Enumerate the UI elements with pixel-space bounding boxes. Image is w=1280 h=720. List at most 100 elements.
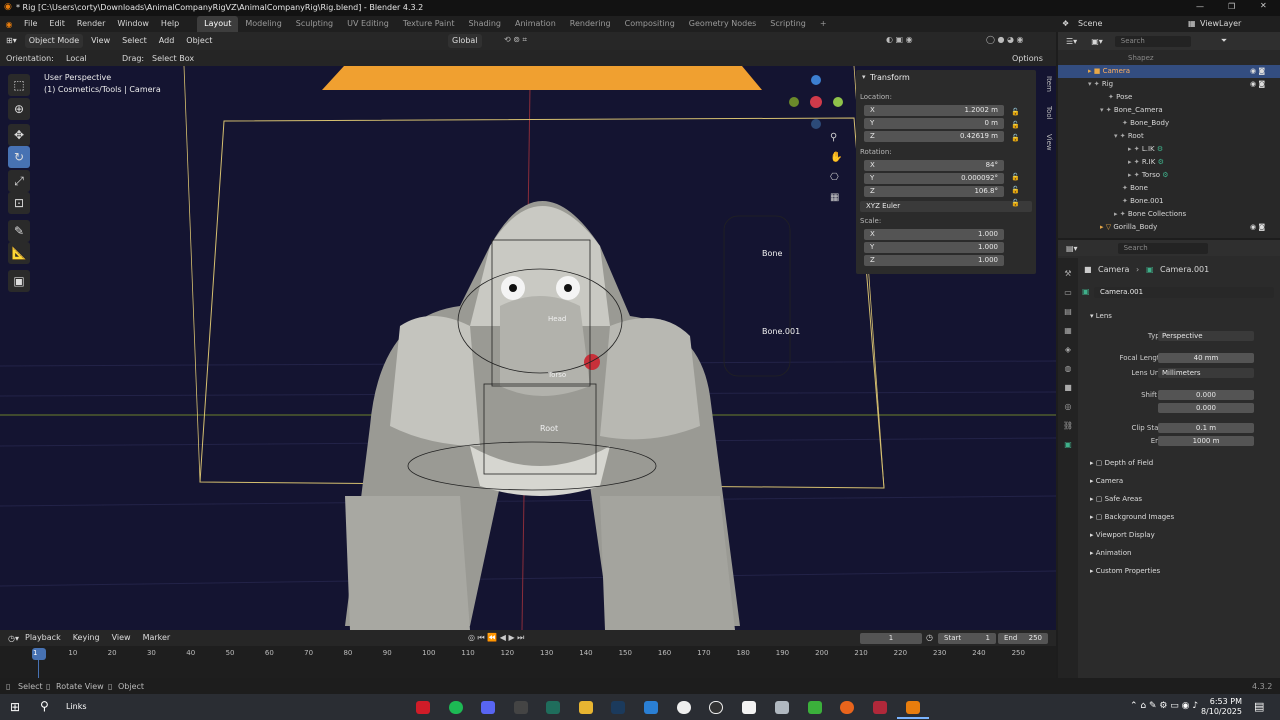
app-icon-1[interactable] [514, 701, 528, 714]
rotation-z-field[interactable]: Z 106.8° [864, 186, 1004, 197]
location-x-field[interactable]: X 1.2002 m [864, 105, 1004, 116]
discord-icon[interactable] [481, 701, 495, 714]
shift-y-field[interactable]: 0.000 [1158, 403, 1254, 413]
menu-help[interactable]: Help [155, 16, 185, 32]
view-menu[interactable]: View [87, 34, 114, 48]
zoom-icon[interactable]: ⚲ [830, 132, 837, 143]
tab-texture-paint[interactable]: Texture Paint [396, 16, 462, 32]
viewport-display-section[interactable]: ▸ Viewport Display [1090, 531, 1155, 539]
options-dropdown[interactable]: Options [1012, 54, 1043, 63]
outliner-item-bone[interactable]: ✦ Bone [1058, 182, 1280, 195]
lens-unit-dropdown[interactable]: Millimeters [1158, 368, 1254, 378]
safe-areas-section[interactable]: ▸ ▢ Safe Areas [1090, 495, 1142, 503]
view-menu-timeline[interactable]: View [108, 631, 135, 645]
pan-hand-icon[interactable]: ✋ [830, 152, 842, 163]
world-tab-icon[interactable]: ◍ [1058, 359, 1078, 378]
custom-properties-section[interactable]: ▸ Custom Properties [1090, 567, 1160, 575]
outliner-item-camera[interactable]: ▸ ■ Camera ◉ ◙ [1058, 65, 1280, 78]
object-tab-icon[interactable]: ■ [1058, 378, 1078, 397]
display-mode-icon[interactable]: ▣▾ [1091, 37, 1103, 46]
transform-header[interactable]: Transform [870, 73, 910, 82]
view-layer-tab-icon[interactable]: ▦ [1058, 321, 1078, 340]
visibility-eye-icon[interactable]: ◉ ◙ [1250, 221, 1265, 234]
mode-dropdown[interactable]: Object Mode [24, 34, 84, 48]
tab-sculpting[interactable]: Sculpting [289, 16, 340, 32]
animation-section[interactable]: ▸ Animation [1090, 549, 1131, 557]
outliner-item-root[interactable]: ▾ ✦ Root [1058, 130, 1280, 143]
annotate-tool-icon[interactable]: ✎ [8, 220, 30, 242]
keying-menu[interactable]: Keying [69, 631, 104, 645]
render-tab-icon[interactable]: ▭ [1058, 283, 1078, 302]
notification-icon[interactable]: ▤ [1254, 700, 1264, 713]
timeline-editor-icon[interactable]: ◷▾ [8, 634, 19, 643]
lens-section-header[interactable]: ▾ Lens [1090, 312, 1112, 320]
output-tab-icon[interactable]: ▤ [1058, 302, 1078, 321]
move-tool-icon[interactable]: ✥ [8, 124, 30, 146]
end-frame-field[interactable]: End 250 [998, 633, 1048, 644]
github-icon[interactable] [677, 701, 691, 714]
tab-animation[interactable]: Animation [508, 16, 563, 32]
outliner-item-bone-collections[interactable]: ▸ ✦ Bone Collections [1058, 208, 1280, 221]
outliner-editor-icon[interactable]: ☰▾ [1066, 37, 1077, 46]
outliner-item-pose[interactable]: ✦ Pose [1058, 91, 1280, 104]
menu-render[interactable]: Render [71, 16, 111, 32]
grid-view-icon[interactable]: ▦ [830, 192, 839, 203]
clip-start-field[interactable]: 0.1 m [1158, 423, 1254, 433]
scale-z-field[interactable]: Z 1.000 [864, 255, 1004, 266]
rotation-x-field[interactable]: X 84° [864, 160, 1004, 171]
measure-tool-icon[interactable]: 📐 [8, 242, 30, 264]
maximize-button[interactable]: ❐ [1228, 2, 1235, 11]
minimize-button[interactable]: — [1196, 2, 1204, 11]
filter-icon[interactable]: ⏷ [1221, 36, 1227, 46]
tab-geometry-nodes[interactable]: Geometry Nodes [682, 16, 763, 32]
notepad-icon[interactable] [742, 701, 756, 714]
transform-orientation-dropdown[interactable]: Global [448, 34, 482, 48]
tab-compositing[interactable]: Compositing [618, 16, 682, 32]
minecraft-icon[interactable] [808, 701, 822, 714]
scene-selector[interactable]: Scene [1078, 16, 1102, 32]
shading-mode-icon[interactable]: ◯ ● ◕ ◉ [986, 35, 1024, 44]
outliner-search-input[interactable]: Search [1114, 35, 1191, 47]
outliner-item-l-ik[interactable]: ▸ ✦ L.IK ⚙ [1058, 143, 1280, 156]
windows-start-icon[interactable]: ⊞ [10, 700, 20, 714]
tab-rendering[interactable]: Rendering [563, 16, 618, 32]
outliner-item-torso[interactable]: ▸ ✦ Torso ⚙ [1058, 169, 1280, 182]
editor-type-icon[interactable]: ⊞▾ [2, 34, 21, 48]
blender-taskbar-icon[interactable] [906, 701, 920, 714]
app-icon-4[interactable] [709, 701, 723, 714]
app-icon-6[interactable] [840, 701, 854, 714]
camera-section[interactable]: ▸ Camera [1090, 477, 1123, 485]
background-images-section[interactable]: ▸ ▢ Background Images [1090, 513, 1174, 521]
shift-x-field[interactable]: 0.000 [1158, 390, 1254, 400]
marker-menu[interactable]: Marker [139, 631, 175, 645]
tab-scripting[interactable]: Scripting [763, 16, 813, 32]
rotate-tool-icon[interactable]: ↻ [8, 146, 30, 168]
clip-end-field[interactable]: 1000 m [1158, 436, 1254, 446]
search-icon[interactable]: ⚲ [40, 699, 49, 713]
app-icon-2[interactable] [546, 701, 560, 714]
visibility-eye-icon[interactable]: ◉ ◙ [1250, 78, 1265, 91]
outliner-item-shapez[interactable]: Shapez [1058, 52, 1280, 65]
opera-icon[interactable] [416, 701, 430, 714]
select-menu[interactable]: Select [118, 34, 151, 48]
transform-tool-icon[interactable]: ⊡ [8, 192, 30, 214]
properties-search-input[interactable]: Search [1117, 242, 1208, 254]
app-icon-7[interactable] [873, 701, 887, 714]
outliner-item-rig[interactable]: ▾ ✦ Rig ◉ ◙ [1058, 78, 1280, 91]
visibility-eye-icon[interactable]: ◉ ◙ [1250, 65, 1265, 78]
app-icon-5[interactable] [775, 701, 789, 714]
visibility-icon[interactable]: ◐ ▣ ◉ [886, 35, 913, 44]
tab-layout[interactable]: Layout [197, 16, 239, 32]
view-layer-selector[interactable]: ViewLayer [1200, 16, 1241, 32]
collapse-icon[interactable]: ▾ [862, 73, 866, 81]
rotation-y-field[interactable]: Y 0.000092° [864, 173, 1004, 184]
blender-menu-icon[interactable]: ◉ [0, 20, 18, 29]
camera-view-triangle[interactable] [322, 66, 762, 90]
current-frame-field[interactable]: 1 [860, 633, 922, 644]
gorilla-model[interactable] [345, 201, 740, 630]
pivot-icon[interactable]: ⟲ ⊚ ⌗ [504, 35, 527, 45]
orientation-dropdown[interactable]: Local [66, 54, 87, 63]
start-frame-field[interactable]: Start 1 [938, 633, 996, 644]
cursor-tool-icon[interactable]: ⊕ [8, 98, 30, 120]
app-icon-3[interactable] [644, 701, 658, 714]
